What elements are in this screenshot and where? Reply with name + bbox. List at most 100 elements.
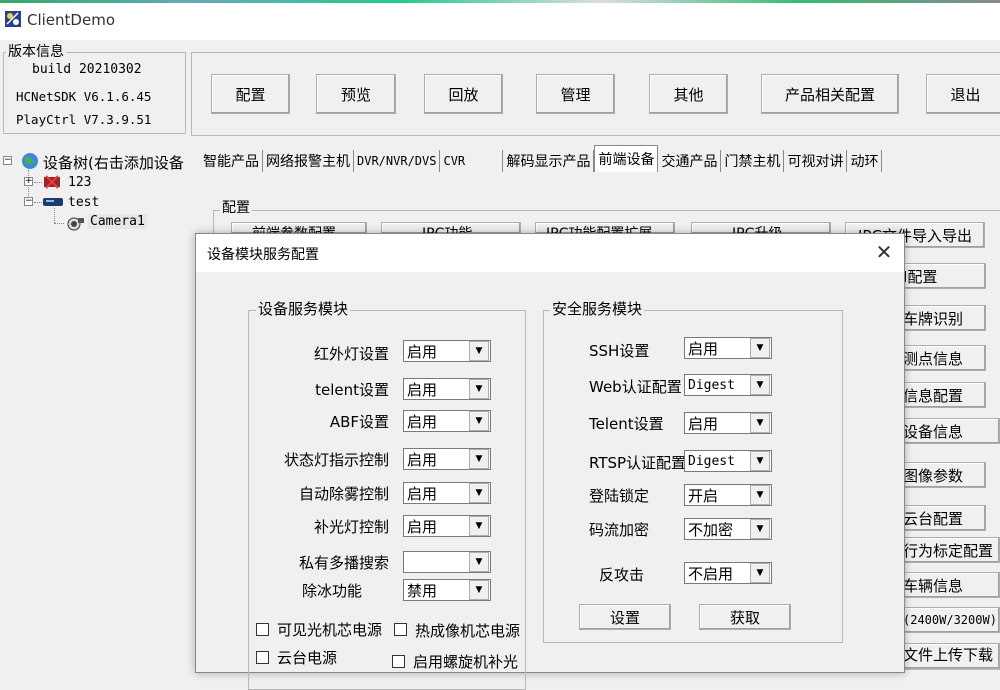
telent-select[interactable]: 启用 ▼ (403, 378, 491, 400)
abf-value: 启用 (407, 412, 438, 431)
tab-dynamic-environment[interactable]: 动环 (847, 150, 883, 172)
resolution-button[interactable]: (2400W/3200W) (898, 607, 1000, 633)
ir-light-select[interactable]: 启用 ▼ (403, 340, 491, 362)
tree-node-camera1[interactable]: Camera1 (88, 214, 147, 229)
product-config-button[interactable]: 产品相关配置 (761, 74, 899, 114)
tab-access-control-host[interactable]: 门禁主机 (721, 150, 785, 172)
anti-attack-select[interactable]: 不启用 ▼ (684, 562, 772, 584)
plate-recognition-button[interactable]: 车牌识别 (898, 305, 986, 331)
dropdown-arrow-icon[interactable]: ▼ (750, 563, 770, 583)
tab-video-intercom[interactable]: 可视对讲 (784, 150, 848, 172)
window-title: ClientDemo (27, 11, 115, 29)
camera-icon (66, 215, 86, 235)
deicing-select[interactable]: 禁用 ▼ (403, 579, 491, 601)
dropdown-arrow-icon[interactable]: ▼ (469, 483, 489, 503)
tree-root-collapse-icon[interactable]: − (3, 156, 12, 165)
stream-encryption-value: 不加密 (688, 520, 734, 539)
tree-node-123-expand-icon[interactable]: + (24, 177, 33, 186)
disconnected-device-icon (43, 175, 61, 193)
security-service-group (543, 310, 843, 643)
tab-traffic-products[interactable]: 交通产品 (658, 150, 722, 172)
dropdown-arrow-icon[interactable]: ▼ (750, 451, 770, 471)
tree-line (34, 182, 42, 183)
thermal-core-power-checkbox[interactable] (394, 623, 407, 636)
device-info-button[interactable]: 设备信息 (898, 418, 1000, 444)
device-service-title: 设备服务模块 (256, 300, 351, 318)
dropdown-arrow-icon[interactable]: ▼ (469, 449, 489, 469)
tree-root-label[interactable]: 设备树(右击添加设备 (43, 152, 184, 173)
ir-light-label: 红外灯设置 (313, 345, 389, 363)
tab-smart-products[interactable]: 智能产品 (200, 150, 263, 172)
dropdown-arrow-icon[interactable]: ▼ (750, 413, 770, 433)
i-config-button[interactable]: I配置 (898, 263, 986, 289)
telent-value: 启用 (407, 380, 438, 399)
manage-button[interactable]: 管理 (536, 74, 615, 114)
window-titlebar (0, 3, 1000, 40)
tree-node-test[interactable]: test (68, 195, 99, 210)
exit-button[interactable]: 退出 (926, 74, 1000, 114)
dropdown-arrow-icon[interactable]: ▼ (469, 379, 489, 399)
ptz-power-checkbox[interactable] (256, 651, 269, 664)
dropdown-arrow-icon[interactable]: ▼ (469, 516, 489, 536)
measure-point-info-button[interactable]: 测点信息 (898, 345, 986, 371)
defog-label: 自动除雾控制 (298, 485, 389, 503)
get-button[interactable]: 获取 (699, 604, 791, 630)
info-config-button[interactable]: 信息配置 (898, 382, 986, 408)
fill-light-value: 启用 (407, 517, 438, 536)
dropdown-arrow-icon[interactable]: ▼ (469, 411, 489, 431)
dropdown-arrow-icon[interactable]: ▼ (750, 338, 770, 358)
image-params-button[interactable]: 图像参数 (898, 462, 986, 488)
set-button[interactable]: 设置 (579, 604, 671, 630)
dropdown-arrow-icon[interactable]: ▼ (469, 580, 489, 600)
stream-encryption-label: 码流加密 (589, 521, 650, 539)
dropdown-arrow-icon[interactable]: ▼ (750, 519, 770, 539)
abf-select[interactable]: 启用 ▼ (403, 410, 491, 432)
deicing-label: 除冰功能 (301, 582, 362, 600)
fill-light-select[interactable]: 启用 ▼ (403, 515, 491, 537)
config-group-title: 配置 (220, 200, 252, 216)
fill-light-label: 补光灯控制 (313, 518, 389, 536)
visible-core-power-checkbox[interactable] (256, 623, 269, 636)
dropdown-arrow-icon[interactable]: ▼ (469, 552, 489, 572)
ptz-power-label: 云台电源 (277, 649, 338, 667)
tab-network-alarm-host[interactable]: 网络报警主机 (263, 150, 354, 172)
rtsp-auth-select[interactable]: Digest ▼ (684, 450, 772, 472)
playback-button[interactable]: 回放 (424, 74, 503, 114)
dvr-device-icon (42, 196, 64, 212)
tree-line (54, 223, 64, 224)
multicast-label: 私有多播搜索 (298, 554, 389, 572)
sdk-version: HCNetSDK V6.1.6.45 (16, 89, 152, 104)
multicast-select[interactable]: ▼ (403, 551, 491, 573)
vehicle-info-button[interactable]: 车辆信息 (898, 572, 1000, 598)
behavior-calibration-button[interactable]: 行为标定配置 (898, 537, 1000, 563)
tab-cvr[interactable]: CVR (440, 150, 504, 172)
dropdown-arrow-icon[interactable]: ▼ (750, 485, 770, 505)
ssh-value: 启用 (688, 339, 719, 358)
close-icon[interactable]: ✕ (872, 240, 896, 264)
other-button[interactable]: 其他 (649, 74, 728, 114)
dropdown-arrow-icon[interactable]: ▼ (469, 341, 489, 361)
file-upload-download-button[interactable]: 文件上传下载 (898, 643, 1000, 669)
login-lock-select[interactable]: 开启 ▼ (684, 484, 772, 506)
ptz-config-button[interactable]: 云台配置 (898, 505, 986, 531)
dropdown-arrow-icon[interactable]: ▼ (750, 375, 770, 395)
tab-front-end-device[interactable]: 前端设备 (594, 145, 659, 172)
stream-encryption-select[interactable]: 不加密 ▼ (684, 518, 772, 540)
tree-node-123[interactable]: 123 (68, 175, 91, 190)
spiral-fill-light-label: 启用螺旋机补光 (413, 653, 519, 671)
login-lock-label: 登陆锁定 (589, 487, 650, 505)
config-button[interactable]: 配置 (211, 74, 290, 114)
web-auth-select[interactable]: Digest ▼ (684, 374, 772, 396)
tab-decode-display[interactable]: 解码显示产品 (503, 150, 595, 172)
spiral-fill-light-checkbox[interactable] (392, 655, 405, 668)
telent-security-select[interactable]: 启用 ▼ (684, 412, 772, 434)
web-auth-label: Web认证配置 (589, 378, 682, 396)
tree-node-test-collapse-icon[interactable]: − (24, 197, 33, 206)
defog-select[interactable]: 启用 ▼ (403, 482, 491, 504)
ssh-select[interactable]: 启用 ▼ (684, 337, 772, 359)
rtsp-auth-value: Digest (688, 453, 735, 469)
tab-dvr-nvr-dvs[interactable]: DVR/NVR/DVS (354, 150, 441, 172)
status-light-select[interactable]: 启用 ▼ (403, 448, 491, 470)
product-tabs: 智能产品 网络报警主机 DVR/NVR/DVS CVR 解码显示产品 前端设备 … (200, 145, 1000, 172)
preview-button[interactable]: 预览 (316, 74, 396, 114)
